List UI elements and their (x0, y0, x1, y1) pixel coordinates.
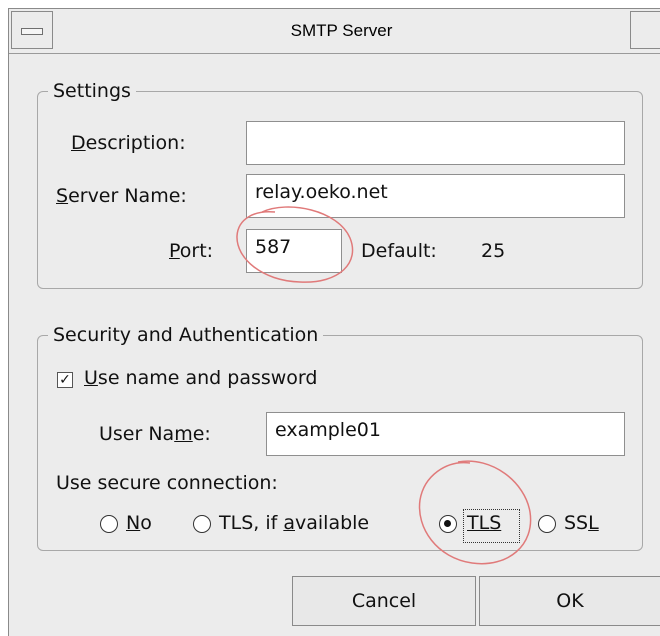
radio-ssl-prefix: SS (564, 512, 589, 534)
tls-if-available-mnemonic: a (283, 512, 295, 534)
window-menu-icon (21, 28, 43, 35)
radio-tls-if-available-label[interactable]: TLS, if available (219, 512, 369, 534)
cancel-button[interactable]: Cancel (292, 576, 476, 626)
user-name-mnemonic: m (174, 423, 193, 445)
server-name-input[interactable]: relay.oeko.net (246, 174, 625, 218)
user-name-label: User Name: (99, 423, 211, 445)
window-control-button[interactable] (630, 11, 660, 49)
radio-tls-label[interactable]: TLS (467, 512, 501, 534)
radio-tls-if-available[interactable] (193, 515, 211, 533)
window-title: SMTP Server (290, 21, 393, 40)
server-name-label: Server Name: (56, 185, 187, 207)
radio-ssl-label[interactable]: SSL (564, 512, 599, 534)
secure-connection-label: Use secure connection: (56, 472, 278, 494)
port-label: Port: (169, 240, 213, 262)
settings-legend: Settings (48, 77, 136, 105)
radio-ssl[interactable] (538, 515, 556, 533)
security-legend: Security and Authentication (48, 321, 324, 349)
title-bar: SMTP Server (9, 9, 660, 54)
radio-no-label-text: o (140, 512, 152, 534)
description-input[interactable] (246, 121, 625, 165)
ok-button[interactable]: OK (479, 576, 660, 626)
port-label-text: ort: (179, 240, 214, 262)
user-name-label-prefix: User Na (99, 423, 175, 445)
tls-if-available-rest: vailable (295, 512, 370, 534)
default-port-label: Default: (361, 240, 437, 262)
radio-no-mnemonic: N (126, 512, 141, 534)
smtp-server-dialog: SMTP Server Settings Description: Server… (8, 8, 660, 636)
port-mnemonic: P (169, 240, 180, 262)
server-name-mnemonic: S (56, 185, 69, 207)
use-name-label-text: se name and password (97, 367, 318, 389)
port-input[interactable]: 587 (246, 229, 342, 273)
use-name-checkbox[interactable]: ✓ (57, 372, 73, 388)
window-menu-button[interactable] (11, 11, 53, 49)
use-name-mnemonic: U (84, 367, 98, 389)
description-label-text: escription: (85, 132, 186, 154)
user-name-input[interactable]: example01 (266, 412, 625, 456)
description-mnemonic: D (71, 132, 86, 154)
radio-ssl-mnemonic: L (588, 512, 599, 534)
description-label: Description: (71, 132, 186, 154)
radio-tls[interactable] (439, 515, 457, 533)
use-name-label[interactable]: Use name and password (84, 367, 317, 389)
server-name-label-text: erver Name: (68, 185, 187, 207)
radio-no-label[interactable]: No (126, 512, 152, 534)
radio-no[interactable] (100, 515, 118, 533)
tls-if-available-prefix: TLS, if (219, 512, 284, 534)
user-name-label-suffix: e: (192, 423, 211, 445)
default-port-value: 25 (481, 240, 506, 262)
